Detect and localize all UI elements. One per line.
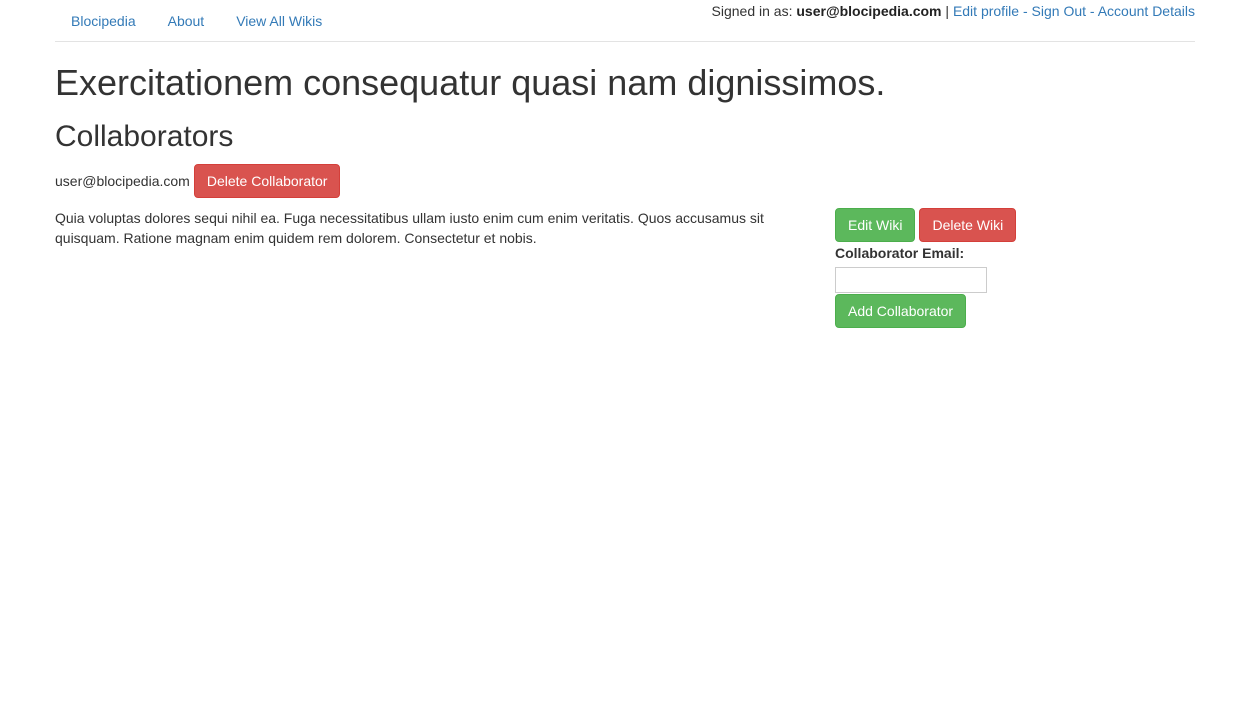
collaborator-email: user@blocipedia.com [55, 173, 190, 189]
page-title: Exercitationem consequatur quasi nam dig… [55, 62, 886, 103]
delete-wiki-button[interactable]: Delete Wiki [919, 208, 1017, 242]
nav-item: Blocipedia [55, 12, 152, 31]
nav-item: View All Wikis [220, 12, 338, 31]
collaborators-heading: Collaborators [55, 120, 234, 153]
nav-item: About [152, 12, 221, 31]
nav-link-about[interactable]: About [152, 12, 221, 30]
nav-link-blocipedia[interactable]: Blocipedia [55, 12, 152, 30]
signed-in-email: user@blocipedia.com [796, 3, 942, 19]
delete-collaborator-button[interactable]: Delete Collaborator [193, 164, 341, 198]
edit-wiki-button[interactable]: Edit Wiki [835, 208, 916, 242]
edit-profile-link[interactable]: Edit profile [953, 3, 1019, 19]
separator-dash: - [1089, 3, 1095, 19]
collaborator-email-label: Collaborator Email: [835, 245, 965, 261]
separator-dash: - [1022, 3, 1028, 19]
sign-out-link[interactable]: Sign Out [1032, 3, 1086, 19]
nav-link-view-all-wikis[interactable]: View All Wikis [220, 12, 338, 30]
collaborator-row: user@blocipedia.com Delete Collaborator [55, 164, 1195, 198]
nav-links: Blocipedia About View All Wikis [55, 12, 338, 31]
wiki-action-buttons: Edit Wiki Delete Wiki [835, 208, 1085, 242]
separator-pipe: | [945, 3, 950, 19]
wiki-content-row: Quia voluptas dolores sequi nihil ea. Fu… [55, 208, 1195, 328]
page-container: Blocipedia About View All Wikis Signed i… [55, 0, 1195, 704]
wiki-body: Quia voluptas dolores sequi nihil ea. Fu… [55, 210, 764, 246]
user-info: Signed in as: user@blocipedia.com | Edit… [712, 2, 1195, 20]
add-collaborator-button[interactable]: Add Collaborator [835, 294, 967, 328]
signed-in-label: Signed in as: [711, 3, 793, 19]
wiki-actions-sidebar: Edit Wiki Delete Wiki Collaborator Email… [835, 208, 1085, 328]
account-details-link[interactable]: Account Details [1098, 3, 1195, 19]
top-navbar: Blocipedia About View All Wikis Signed i… [55, 0, 1195, 42]
collaborator-email-input[interactable] [835, 267, 987, 293]
